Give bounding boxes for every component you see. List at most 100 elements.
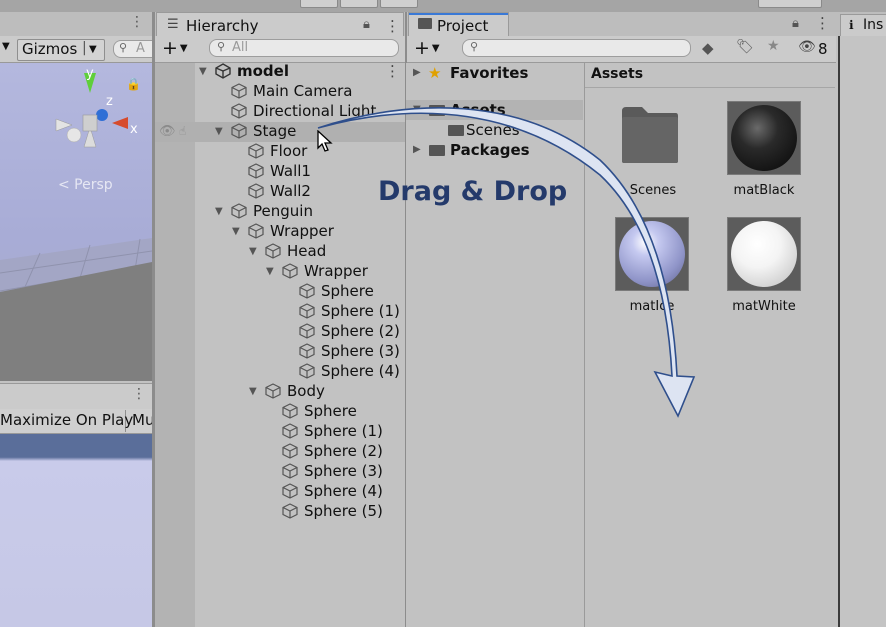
hierarchy-item-label: Wrapper <box>270 222 334 240</box>
filter-by-type-icon[interactable]: ◆ <box>702 39 714 57</box>
asset-matblack[interactable] <box>727 101 801 175</box>
star-icon[interactable]: ★ <box>767 38 780 54</box>
project-search-input[interactable]: ⚲ <box>462 39 691 57</box>
expand-arrow-icon[interactable]: ▼ <box>215 202 223 222</box>
star-icon: ★ <box>428 64 442 82</box>
hierarchy-item[interactable]: ▼ Stage <box>195 121 405 141</box>
expand-arrow-icon[interactable]: ▼ <box>266 262 274 282</box>
maximize-on-play-button[interactable]: Maximize On Play <box>0 410 133 432</box>
hidden-packages-toggle[interactable]: 👁︎ 8 <box>792 38 834 60</box>
lock-icon[interactable]: 🔒︎ <box>792 16 799 31</box>
hierarchy-item[interactable]: Sphere <box>195 401 405 421</box>
hierarchy-item[interactable]: Sphere (1) <box>195 301 405 321</box>
hierarchy-item[interactable]: Sphere (4) <box>195 481 405 501</box>
hierarchy-item-label: Penguin <box>253 202 313 220</box>
create-asset-button[interactable]: + ▼ <box>414 37 440 63</box>
hierarchy-item[interactable]: Main Camera <box>195 81 405 101</box>
hierarchy-item[interactable]: ▼ Wrapper <box>195 221 405 241</box>
scene-search-input[interactable]: ⚲ A <box>113 40 152 58</box>
more-icon[interactable]: ⋮ <box>815 14 830 32</box>
folder-icon <box>429 145 445 156</box>
scene-view[interactable]: y z x 🔒 < Persp <box>0 63 152 381</box>
tree-item-packages[interactable]: ▶ Packages <box>406 140 584 160</box>
more-icon[interactable]: ⋮ <box>385 61 400 81</box>
expand-arrow-icon[interactable]: ▼ <box>249 242 257 262</box>
inspector-panel <box>838 36 886 627</box>
hierarchy-item-label: Floor <box>270 142 308 160</box>
hierarchy-item[interactable]: Sphere (3) <box>195 461 405 481</box>
tree-item-assets[interactable]: ▼ Assets <box>406 100 583 120</box>
hierarchy-item[interactable]: ▼ Head <box>195 241 405 261</box>
hierarchy-scene-row[interactable]: ▼ model ⋮ <box>197 61 405 81</box>
hierarchy-toolbar: + ▼ ⚲ All <box>155 36 405 63</box>
cube-icon <box>265 383 281 399</box>
hierarchy-item[interactable]: Directional Light <box>195 101 405 121</box>
toolbar-button[interactable] <box>300 0 338 8</box>
tab-inspector[interactable]: ℹ Ins <box>840 14 886 37</box>
more-icon[interactable]: ⋮ <box>385 17 400 35</box>
hierarchy-item-label: Sphere (3) <box>304 462 383 480</box>
hierarchy-item[interactable]: ▼ Body <box>195 381 405 401</box>
asset-label: matBlack <box>733 183 795 198</box>
toolbar-button[interactable] <box>758 0 822 8</box>
lock-icon[interactable]: 🔒︎ <box>363 17 370 32</box>
hierarchy-item[interactable]: Wall1 <box>195 161 405 181</box>
mute-audio-button[interactable]: Mu <box>128 410 152 432</box>
hierarchy-item[interactable]: Sphere (2) <box>195 441 405 461</box>
material-preview <box>731 221 797 287</box>
hierarchy-item-label: Sphere (1) <box>321 302 400 320</box>
lock-icon[interactable]: 🔒 <box>126 77 141 91</box>
tab-project[interactable]: Project <box>408 12 509 36</box>
expand-arrow-icon[interactable]: ▼ <box>232 222 240 242</box>
folder-icon <box>429 105 445 116</box>
axis-y-label: y <box>86 67 94 81</box>
hierarchy-item[interactable]: Sphere <box>195 281 405 301</box>
asset-matice[interactable] <box>615 217 689 291</box>
hierarchy-item[interactable]: Sphere (4) <box>195 361 405 381</box>
game-view[interactable] <box>0 434 152 627</box>
hierarchy-item-label: Wall1 <box>270 162 311 180</box>
scene-dropdown[interactable]: ▼ <box>0 39 14 57</box>
hierarchy-item[interactable]: Wall2 <box>195 181 405 201</box>
hierarchy-item[interactable]: ▼ Penguin <box>195 201 405 221</box>
tree-item-favorites[interactable]: ▶ ★ Favorites <box>406 63 584 83</box>
window-top-strip <box>0 0 886 12</box>
hierarchy-item-label: Sphere (2) <box>304 442 383 460</box>
cube-icon <box>265 243 281 259</box>
hierarchy-item[interactable]: Sphere (1) <box>195 421 405 441</box>
hierarchy-item[interactable]: Sphere (5) <box>195 501 405 521</box>
gizmos-dropdown[interactable]: Gizmos | ▼ <box>17 39 105 61</box>
cube-icon <box>248 143 264 159</box>
more-icon[interactable]: ⋮ <box>132 386 146 402</box>
expand-arrow-icon[interactable]: ▼ <box>215 122 223 142</box>
asset-scenes-folder[interactable] <box>618 103 688 183</box>
game-toolbar: Maximize On Play Mu <box>0 409 152 434</box>
expand-arrow-icon[interactable]: ▼ <box>249 382 257 402</box>
folder-icon <box>448 125 464 136</box>
hierarchy-item[interactable]: Floor <box>195 141 405 161</box>
project-folder-tree: ▶ ★ Favorites ▼ Assets Scenes ▶ Packages <box>406 63 584 627</box>
gizmos-label: Gizmos <box>22 40 78 58</box>
tab-hierarchy[interactable]: ☰ Hierarchy 🔒︎ ⋮ <box>156 12 404 36</box>
pick-icon[interactable]: ☝︎ <box>179 124 186 138</box>
hierarchy-item[interactable]: ▼ Wrapper <box>195 261 405 281</box>
add-object-button[interactable]: + ▼ <box>162 37 188 63</box>
cube-icon <box>248 223 264 239</box>
hierarchy-item-label: Sphere (4) <box>321 362 400 380</box>
persp-label[interactable]: < Persp <box>58 177 113 193</box>
hierarchy-item[interactable]: Sphere (2) <box>195 321 405 341</box>
axis-x-label: x <box>130 122 138 137</box>
asset-matwhite[interactable] <box>727 217 801 291</box>
expand-arrow-icon[interactable]: ▼ <box>199 62 207 82</box>
material-preview <box>619 221 685 287</box>
toolbar-button[interactable] <box>380 0 418 8</box>
hierarchy-item[interactable]: Sphere (3) <box>195 341 405 361</box>
tag-icon[interactable]: 🏷︎ <box>736 39 754 55</box>
tree-item-scenes[interactable]: Scenes <box>406 120 584 140</box>
scene-toolbar: ▼ Gizmos | ▼ ⚲ A <box>0 36 152 63</box>
eye-icon[interactable]: 👁︎ <box>159 124 176 139</box>
cube-icon <box>299 363 315 379</box>
toolbar-button[interactable] <box>340 0 378 8</box>
hierarchy-search-input[interactable]: ⚲ All <box>209 39 399 57</box>
more-icon[interactable]: ⋮ <box>130 14 144 30</box>
